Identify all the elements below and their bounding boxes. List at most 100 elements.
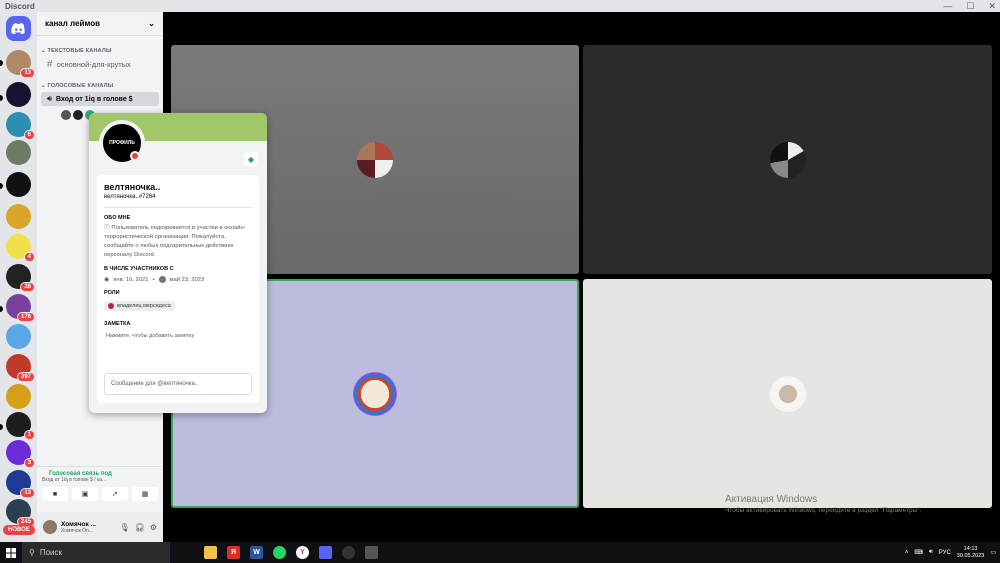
start-button[interactable] <box>0 542 22 563</box>
discord-taskbar-icon[interactable] <box>319 546 332 559</box>
guild-icon[interactable]: 13 <box>6 50 35 78</box>
voice-channel[interactable]: 🔊︎ Вход от 1iq в голове $ <box>41 92 159 106</box>
channel-name: основной-для-крутых <box>56 59 131 69</box>
system-tray: ˄ ⌨ 🔊︎ РУС 14:13 30.05.2023 ▭ <box>905 546 1000 560</box>
maximize-icon[interactable]: ☐ <box>966 0 974 12</box>
taskbar-search[interactable]: ⚲ Поиск <box>22 542 170 563</box>
home-button[interactable] <box>6 16 31 41</box>
soundboard-button[interactable]: ▦ <box>132 487 158 501</box>
close-icon[interactable]: ✕ <box>988 0 996 12</box>
steam-icon[interactable] <box>342 546 355 559</box>
server-icon <box>158 276 166 283</box>
microphone-icon[interactable]: 🎙︎ <box>120 523 130 532</box>
windows-logo-icon <box>6 547 16 558</box>
voice-connection-panel: Голосовая связь под Вход от 1iq в голове… <box>37 466 163 512</box>
guild-icon[interactable]: 1 <box>6 412 35 440</box>
file-explorer-icon[interactable] <box>204 546 217 559</box>
chevron-down-icon: ⌄ <box>148 19 155 28</box>
user-profile-popout: ПРОФИЛЬ ◆ велтяночка.. велтяночка..#7264… <box>89 113 267 413</box>
avatar <box>769 375 806 412</box>
note-input[interactable]: Нажмите, чтобы добавить заметку <box>104 333 252 339</box>
guild-icon[interactable]: 397 <box>6 354 35 382</box>
guild-icon[interactable]: 245 <box>6 499 35 527</box>
screen-share-button[interactable]: ▣ <box>72 487 98 501</box>
yandex-browser-icon[interactable]: Y <box>296 546 309 559</box>
guild-icon[interactable] <box>6 140 31 165</box>
server-name: канал леймов <box>45 19 100 28</box>
guild-icon[interactable] <box>6 204 31 229</box>
guild-icon[interactable]: 6 <box>6 112 35 140</box>
chevron-up-icon[interactable]: ˄ <box>905 550 909 556</box>
guild-icon[interactable]: 26 <box>6 264 35 292</box>
notifications-icon[interactable]: ▭ <box>990 549 996 556</box>
volume-icon[interactable]: 🔊︎ <box>929 549 933 556</box>
dnd-status-icon <box>130 151 140 161</box>
display-name: велтяночка.. <box>104 182 161 192</box>
discord-logo-icon <box>11 23 25 34</box>
windows-taskbar: ⚲ Поиск Я W Y ˄ ⌨ 🔊︎ РУС 14:13 30.05.202… <box>0 542 1000 563</box>
about-text: ⓘ Пользователь подозревается в участии в… <box>104 225 246 258</box>
nitro-badge-icon[interactable]: ◆ <box>244 152 258 166</box>
yandex-icon[interactable]: Я <box>227 546 240 559</box>
avatar[interactable] <box>61 110 71 120</box>
category-voice[interactable]: ⌄ ГОЛОСОВЫЕ КАНАЛЫ <box>37 71 163 89</box>
app-icon[interactable] <box>365 546 378 559</box>
user-tag: велтяночка..#7264 <box>104 194 156 200</box>
server-list: 13 6 4 26 176 397 1 3 13 245 НОВОЕ <box>0 12 37 542</box>
user-name[interactable]: Хомячок ... <box>61 521 96 528</box>
guild-icon[interactable]: 3 <box>6 440 35 468</box>
window-titlebar: Discord — ☐ ✕ <box>0 0 1000 12</box>
avatar[interactable] <box>43 520 57 534</box>
avatar <box>353 371 397 416</box>
guild-icon[interactable]: 13 <box>6 470 35 498</box>
channel-name: Вход от 1iq в голове $ <box>56 95 133 103</box>
clock[interactable]: 14:13 30.05.2023 <box>957 546 985 560</box>
soundboard-icon: ▦ <box>141 491 149 498</box>
language-indicator[interactable]: РУС <box>939 550 951 556</box>
guild-icon[interactable] <box>6 324 31 349</box>
participant-tile[interactable] <box>583 279 992 508</box>
new-unreads-pill[interactable]: НОВОЕ <box>3 525 35 535</box>
guild-icon[interactable] <box>6 384 31 409</box>
search-label: Поиск <box>39 548 63 557</box>
divider <box>104 207 252 208</box>
category-text[interactable]: ⌄ ТЕКСТОВЫЕ КАНАЛЫ <box>37 36 163 54</box>
avatar <box>357 141 393 178</box>
activity-button[interactable]: ➚ <box>102 487 128 501</box>
network-icon[interactable]: ⌨ <box>914 549 923 556</box>
speaker-icon: 🔊︎ <box>47 94 53 103</box>
server-since: май 23, 2023 <box>169 276 205 283</box>
minimize-icon[interactable]: — <box>943 0 952 12</box>
server-header[interactable]: канал леймов ⌄ <box>37 12 163 36</box>
avatar <box>769 141 806 178</box>
word-icon[interactable]: W <box>250 546 263 559</box>
activation-watermark-text: Чтобы активировать Windows, перейдите в … <box>725 507 922 514</box>
hashtag-icon: # <box>47 58 53 70</box>
note-heading: ЗАМЕТКА <box>104 321 131 327</box>
guild-icon[interactable] <box>6 82 31 107</box>
discord-since: янв. 16, 2021 <box>113 276 149 283</box>
message-input[interactable]: Сообщение для @велтяночка.. <box>104 373 252 395</box>
text-channel[interactable]: # основной-для-крутых <box>41 57 159 71</box>
gear-icon[interactable]: ⚙ <box>150 523 157 532</box>
camera-icon: ■ <box>52 490 58 498</box>
voice-status[interactable]: Голосовая связь под <box>37 467 163 477</box>
member-since-heading: В ЧИСЛЕ УЧАСТНИКОВ С <box>104 266 174 272</box>
headphones-icon[interactable]: 🎧︎ <box>135 523 145 532</box>
search-icon: ⚲ <box>29 548 35 557</box>
role-pill[interactable]: владелец мерседеса <box>104 301 175 311</box>
user-panel: Хомячок ... Хомячок Оп... 🎙︎ 🎧︎ ⚙ <box>37 512 163 542</box>
guild-icon[interactable]: 176 <box>6 294 35 322</box>
whatsapp-icon[interactable] <box>273 546 286 559</box>
roles-heading: РОЛИ <box>104 290 120 296</box>
profile-card: велтяночка.. велтяночка..#7264 ОБО МНЕ ⓘ… <box>97 175 259 403</box>
guild-icon[interactable]: 4 <box>6 234 35 262</box>
window-title: Discord <box>5 1 35 11</box>
rocket-icon: ➚ <box>112 491 118 498</box>
member-since-dates: ◉ янв. 16, 2021 • май 23, 2023 <box>104 276 205 283</box>
avatar[interactable] <box>73 110 83 120</box>
guild-icon[interactable] <box>6 172 31 197</box>
about-heading: ОБО МНЕ <box>104 215 131 221</box>
camera-button[interactable]: ■ <box>42 487 68 501</box>
participant-tile[interactable] <box>583 45 992 274</box>
